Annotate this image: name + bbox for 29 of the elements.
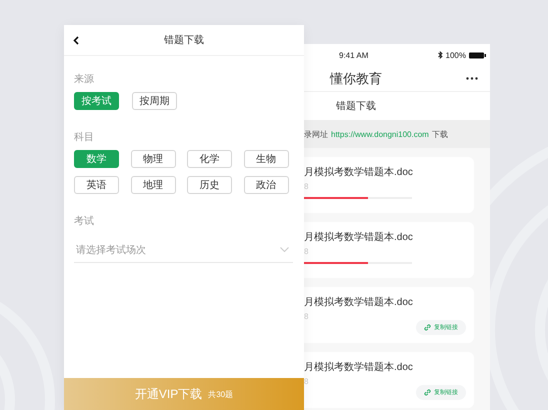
section-label: 科目	[74, 130, 95, 144]
notice-text: 录网址	[304, 128, 328, 140]
more-icon[interactable]	[466, 77, 478, 80]
screen-title: 错题下载	[164, 34, 204, 47]
link-icon	[424, 324, 431, 331]
file-name: 月模拟考数学错题本.doc	[304, 360, 414, 374]
filter-chip[interactable]: 地理	[130, 176, 176, 194]
filter-chip[interactable]: 化学	[187, 150, 232, 168]
file-name: 月模拟考数学错题本.doc	[304, 296, 414, 309]
link-icon	[424, 389, 431, 396]
filter-chip[interactable]: 生物	[244, 150, 288, 168]
battery-icon	[469, 52, 486, 58]
filter-chip[interactable]: 物理	[130, 150, 176, 168]
section-label: 考试	[74, 214, 95, 228]
section-label: 来源	[74, 72, 95, 86]
app-title: 懂你教育	[330, 70, 382, 88]
status-time: 9:41 AM	[339, 50, 368, 60]
page-title: 错题下载	[336, 100, 376, 113]
back-icon[interactable]	[73, 36, 79, 45]
chevron-down-icon	[280, 247, 289, 252]
filter-chip[interactable]: 政治	[244, 176, 288, 194]
bluetooth-icon	[438, 51, 443, 59]
battery-percent: 100%	[446, 50, 466, 60]
filter-chip[interactable]: 按周期	[132, 92, 177, 110]
filter-chip[interactable]: 历史	[187, 176, 232, 194]
file-name: 月模拟考数学错题本.doc	[304, 166, 414, 179]
notice-text: 下载	[432, 128, 448, 140]
filter-chip[interactable]: 英语	[74, 176, 119, 194]
file-name: 月模拟考数学错题本.doc	[304, 230, 414, 244]
